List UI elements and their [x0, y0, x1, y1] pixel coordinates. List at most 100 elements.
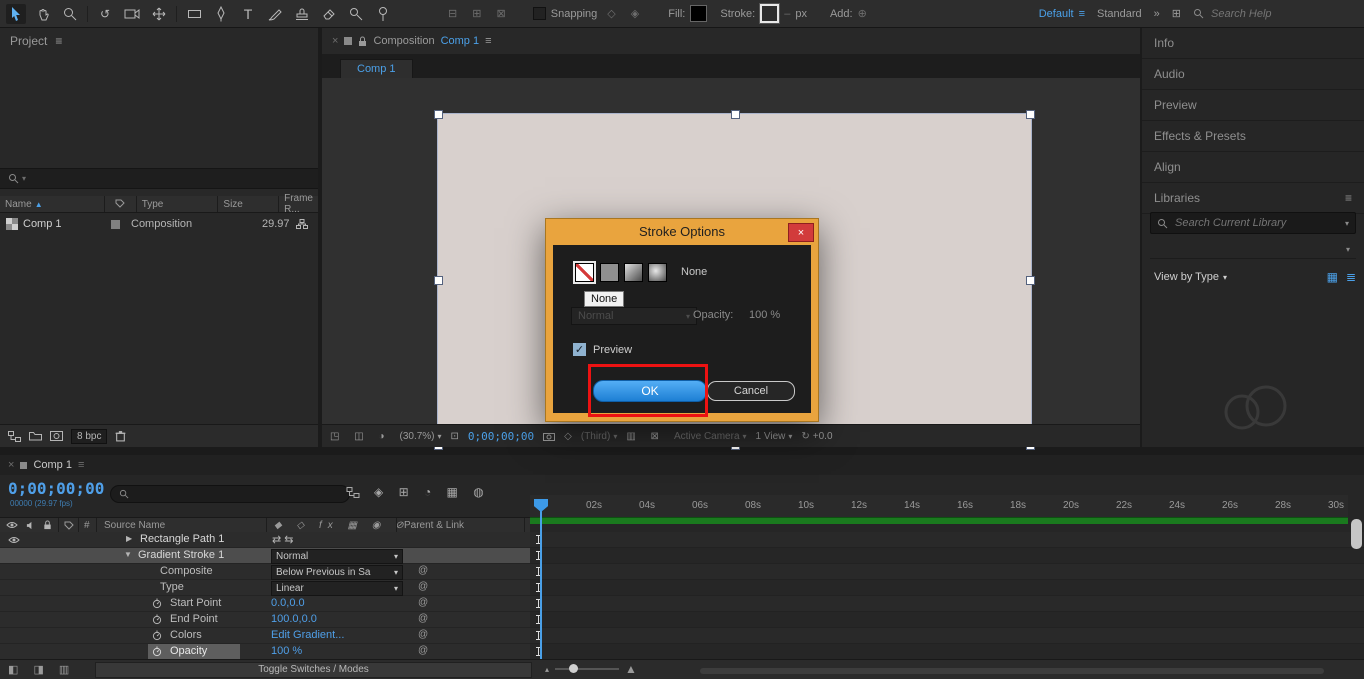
blend-mode-dropdown[interactable]: Normal ▾: [571, 307, 697, 325]
workspace-default[interactable]: Default: [1039, 8, 1074, 20]
row-type[interactable]: Type Linear ▾ @: [0, 580, 1364, 596]
row-composite[interactable]: Composite Below Previous in Sa ▾ @: [0, 564, 1364, 580]
stopwatch-icon[interactable]: [152, 598, 162, 609]
library-select-dropdown[interactable]: ▾: [1150, 240, 1356, 259]
stopwatch-icon[interactable]: [152, 614, 162, 625]
shape-direction-icons[interactable]: ⇄ ⇆: [272, 533, 294, 546]
eye-icon[interactable]: [8, 536, 20, 544]
pickwhip-icon[interactable]: @: [418, 581, 428, 592]
timeline-tab-comp1[interactable]: Comp 1: [33, 459, 72, 471]
bit-depth-button[interactable]: 8 bpc: [71, 428, 108, 444]
lock-icon[interactable]: [43, 520, 52, 530]
safe-margins-icon[interactable]: ⊡: [451, 431, 459, 442]
selection-handle[interactable]: [731, 110, 740, 119]
cancel-button[interactable]: Cancel: [707, 381, 795, 401]
resolution-control[interactable]: (Third) ▾: [581, 431, 617, 442]
workspace-standard[interactable]: Standard: [1097, 8, 1142, 20]
timeline-toggle-icons[interactable]: ◈ ⊞ ◔ ▦ ◍: [374, 485, 490, 499]
layer-number-column[interactable]: #: [84, 520, 90, 531]
hand-tool-icon[interactable]: [33, 4, 53, 24]
pickwhip-icon[interactable]: @: [418, 613, 428, 624]
stroke-style-solid-swatch[interactable]: [600, 263, 619, 282]
clone-stamp-tool-icon[interactable]: [292, 4, 312, 24]
column-size[interactable]: Size: [218, 196, 280, 212]
column-name[interactable]: Name ▲: [0, 196, 105, 212]
opacity-row-value[interactable]: 100 %: [271, 645, 302, 657]
current-timecode[interactable]: 0;00;00;00: [8, 479, 104, 498]
row-gradient-stroke[interactable]: ▼ Gradient Stroke 1 Normal ▾: [0, 548, 1364, 564]
audio-icon[interactable]: [26, 521, 35, 530]
playhead-line[interactable]: [540, 511, 542, 659]
source-name-column[interactable]: Source Name: [104, 520, 165, 531]
stroke-style-radial-gradient-swatch[interactable]: [648, 263, 667, 282]
puppet-pin-tool-icon[interactable]: [373, 4, 393, 24]
parent-link-column[interactable]: Parent & Link: [404, 520, 464, 531]
caret-down-icon[interactable]: ▾: [1345, 219, 1349, 228]
stroke-width-field[interactable]: –: [784, 8, 790, 20]
sidebar-item-effects-presets[interactable]: Effects & Presets: [1142, 121, 1364, 152]
label-color-swatch[interactable]: [110, 219, 120, 229]
view-by-type-control[interactable]: View by Type ▾ ▦ ≣: [1154, 268, 1356, 286]
trash-icon[interactable]: [115, 430, 126, 442]
add-icon[interactable]: ⊕: [858, 7, 867, 20]
composite-dropdown[interactable]: Below Previous in Sa ▾: [271, 565, 403, 580]
type-dropdown[interactable]: Linear ▾: [271, 581, 403, 596]
axis-mode-icons[interactable]: ⊟ ⊞ ⊠: [448, 7, 512, 20]
project-item-comp1[interactable]: Comp 1 Composition 29.97: [0, 214, 318, 234]
region-of-interest-icons[interactable]: ▥ ⊠: [626, 431, 665, 442]
vertical-scrollbar-thumb[interactable]: [1351, 519, 1362, 549]
start-point-value[interactable]: 0.0,0.0: [271, 597, 305, 609]
workspace-overflow-icon[interactable]: »: [1154, 8, 1160, 20]
stroke-swatch[interactable]: [759, 3, 781, 24]
column-frame-rate[interactable]: Frame R...: [279, 193, 318, 215]
workspace-menu-icon[interactable]: ≡: [1079, 8, 1085, 20]
timeline-footer-icons[interactable]: ◧ ◨ ▥: [8, 663, 75, 676]
close-tab-icon[interactable]: ×: [332, 35, 338, 47]
snapshot-camera-icon[interactable]: [543, 432, 556, 441]
expand-icon[interactable]: ▶: [126, 534, 132, 543]
view-layout-control[interactable]: 1 View ▾: [756, 431, 793, 442]
brush-tool-icon[interactable]: [265, 4, 285, 24]
rectangle-tool-icon[interactable]: [184, 4, 204, 24]
layer-switches-column-icons[interactable]: ◆ ◇ fx ▦ ◉ ⊘: [274, 520, 410, 531]
search-caret-icon[interactable]: ▾: [22, 174, 26, 183]
composition-tab-name[interactable]: Comp 1: [441, 35, 480, 47]
edit-gradient-link[interactable]: Edit Gradient...: [271, 629, 344, 641]
channel-icon[interactable]: ◇: [564, 431, 572, 442]
project-search-bar[interactable]: ▾: [0, 168, 318, 189]
roto-brush-tool-icon[interactable]: [346, 4, 366, 24]
sidebar-item-audio[interactable]: Audio: [1142, 59, 1364, 90]
pickwhip-icon[interactable]: @: [418, 645, 428, 656]
blend-mode-row-dropdown[interactable]: Normal ▾: [271, 549, 403, 564]
zoom-out-mountain-icon[interactable]: ▴: [545, 665, 549, 674]
new-composition-icon[interactable]: [50, 431, 63, 441]
selection-handle[interactable]: [434, 276, 443, 285]
eraser-tool-icon[interactable]: [319, 4, 339, 24]
composition-mini-flowchart-icon[interactable]: [346, 486, 360, 498]
zoom-slider-handle[interactable]: [569, 664, 579, 673]
sidebar-item-libraries[interactable]: Libraries ≡: [1142, 183, 1364, 214]
eye-icon[interactable]: [6, 521, 18, 529]
snapping-option-icons[interactable]: ◇ ◈: [607, 7, 645, 20]
camera-tool-icon[interactable]: [122, 4, 142, 24]
pickwhip-icon[interactable]: @: [418, 597, 428, 608]
row-start-point[interactable]: Start Point 0.0,0.0 @: [0, 596, 1364, 612]
sidebar-item-preview[interactable]: Preview: [1142, 90, 1364, 121]
lock-icon[interactable]: [358, 36, 367, 47]
end-point-value[interactable]: 100.0,0.0: [271, 613, 317, 625]
zoom-in-mountain-icon[interactable]: ▲: [625, 662, 637, 676]
timeline-zoom-slider[interactable]: ▴ ▲: [545, 662, 637, 676]
selection-handle[interactable]: [1026, 276, 1035, 285]
pickwhip-icon[interactable]: @: [418, 629, 428, 640]
zoom-slider-track[interactable]: [555, 664, 620, 673]
library-search[interactable]: ▾: [1150, 212, 1356, 234]
stroke-style-none-swatch[interactable]: [575, 263, 594, 282]
timeline-view-option-icons[interactable]: ◈ ⊞ ◔ ▦ ◍: [346, 485, 490, 499]
dialog-close-button[interactable]: ×: [788, 223, 814, 242]
grid-view-icon[interactable]: ▦: [1327, 270, 1338, 284]
zoom-tool-icon[interactable]: [60, 4, 80, 24]
stroke-style-linear-gradient-swatch[interactable]: [624, 263, 643, 282]
snapping-checkbox[interactable]: [532, 7, 546, 20]
sidebar-item-align[interactable]: Align: [1142, 152, 1364, 183]
exposure-control[interactable]: ↻ +0.0: [801, 431, 832, 442]
